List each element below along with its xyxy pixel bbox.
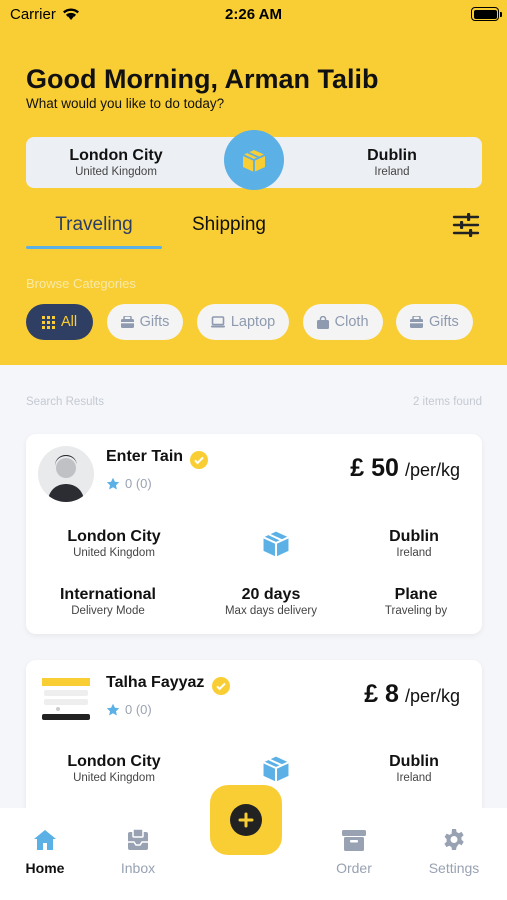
category-chip-gifts-2[interactable]: Gifts	[395, 304, 473, 340]
nav-settings-label: Settings	[428, 860, 480, 876]
category-label: Laptop	[230, 314, 276, 330]
traveling-by: Plane Traveling by	[336, 586, 496, 617]
mode-tabs: Traveling Shipping	[26, 212, 482, 252]
results-meta: Search Results 2 items found	[26, 396, 482, 408]
browse-categories-label: Browse Categories	[26, 276, 136, 291]
destination-city: Dublin	[389, 528, 439, 545]
avatar	[38, 446, 94, 502]
nav-home-label: Home	[25, 860, 65, 876]
tab-shipping[interactable]: Shipping	[192, 212, 266, 236]
category-chips: All Gifts Laptop Cloth Gifts	[26, 304, 481, 340]
nav-order-label: Order	[336, 860, 372, 876]
category-label: Cloth	[334, 314, 369, 330]
laptop-icon	[210, 316, 225, 328]
clock: 2:26 AM	[225, 6, 282, 23]
rating-value: 0 (0)	[125, 476, 152, 491]
destination-city: Dublin	[367, 147, 417, 164]
category-chip-cloth[interactable]: Cloth	[302, 304, 383, 340]
gift-icon	[409, 316, 423, 328]
archive-icon	[342, 830, 366, 851]
nav-inbox[interactable]: Inbox	[93, 828, 183, 876]
package-icon	[263, 531, 289, 557]
traveling-by-value: Plane	[394, 586, 438, 603]
delivery-mode: International Delivery Mode	[28, 586, 188, 617]
price-amount: £ 50	[350, 454, 399, 482]
card-origin: London City United Kingdom	[34, 528, 194, 559]
nav-settings[interactable]: Settings	[409, 828, 499, 876]
star-icon	[106, 703, 120, 715]
rating: 0 (0)	[106, 702, 152, 717]
add-button[interactable]	[210, 785, 282, 855]
origin-country: United Kingdom	[75, 166, 157, 178]
grid-icon	[42, 315, 55, 329]
rating: 0 (0)	[106, 476, 152, 491]
category-label: All	[61, 314, 78, 330]
max-days-value: 20 days	[241, 586, 301, 603]
greeting-title: Good Morning, Arman Talib	[26, 64, 379, 94]
battery-icon	[471, 7, 502, 21]
gear-icon	[444, 829, 464, 850]
traveler-name: Enter Tain	[106, 448, 184, 465]
filter-icon[interactable]	[452, 212, 480, 238]
price-amount: £ 8	[364, 680, 399, 708]
app-screen: Carrier 2:26 AM Good Morning, Arman Tali…	[0, 0, 507, 900]
max-days: 20 days Max days delivery	[191, 586, 351, 617]
destination-location[interactable]: Dublin Ireland	[302, 147, 482, 178]
delivery-mode-label: Delivery Mode	[71, 605, 145, 617]
traveler-name: Talha Fayyaz	[106, 674, 205, 691]
origin-city: London City	[69, 147, 163, 164]
destination-country: Ireland	[374, 166, 410, 178]
destination-country: Ireland	[396, 772, 432, 784]
origin-country: United Kingdom	[73, 772, 155, 784]
traveler-card[interactable]: Enter Tain 0 (0) £ 50/per/kg London City…	[26, 434, 482, 634]
category-chip-laptop[interactable]: Laptop	[196, 304, 290, 340]
search-results-label: Search Results	[26, 396, 104, 408]
origin-location[interactable]: London City United Kingdom	[26, 147, 206, 178]
bag-icon	[316, 315, 329, 329]
origin-city: London City	[67, 753, 161, 770]
nav-inbox-label: Inbox	[120, 860, 156, 876]
verified-icon	[212, 677, 230, 695]
inbox-icon	[128, 828, 148, 850]
category-chip-gifts[interactable]: Gifts	[106, 304, 184, 340]
rating-value: 0 (0)	[125, 702, 152, 717]
tab-traveling[interactable]: Traveling	[26, 212, 162, 249]
card-origin: London City United Kingdom	[34, 753, 194, 784]
verified-icon	[190, 451, 208, 469]
card-destination: Dublin Ireland	[334, 528, 494, 559]
price: £ 50/per/kg	[350, 454, 460, 483]
package-icon	[263, 756, 289, 782]
status-bar: Carrier 2:26 AM	[0, 0, 507, 30]
nav-home[interactable]: Home	[0, 828, 90, 876]
category-label: Gifts	[139, 314, 170, 330]
category-label: Gifts	[428, 314, 459, 330]
star-icon	[106, 477, 120, 489]
header-panel: Carrier 2:26 AM Good Morning, Arman Tali…	[0, 0, 507, 365]
card-destination: Dublin Ireland	[334, 753, 494, 784]
greeting-subtitle: What would you like to do today?	[26, 96, 225, 111]
destination-city: Dublin	[389, 753, 439, 770]
traveling-by-label: Traveling by	[384, 605, 448, 617]
max-days-label: Max days delivery	[224, 605, 318, 617]
package-icon	[242, 150, 266, 172]
plus-icon	[230, 804, 262, 836]
price-unit: /per/kg	[404, 460, 460, 480]
origin-country: United Kingdom	[73, 547, 155, 559]
avatar	[38, 672, 94, 728]
category-chip-all[interactable]: All	[26, 304, 94, 340]
price-unit: /per/kg	[404, 686, 460, 706]
origin-city: London City	[67, 528, 161, 545]
swap-route-button[interactable]	[224, 130, 284, 190]
home-icon	[34, 830, 56, 850]
nav-order[interactable]: Order	[309, 828, 399, 876]
delivery-mode-value: International	[59, 586, 156, 603]
destination-country: Ireland	[396, 547, 432, 559]
items-found-count: 2 items found	[412, 396, 482, 408]
price: £ 8/per/kg	[364, 680, 460, 709]
gift-icon	[120, 316, 134, 328]
